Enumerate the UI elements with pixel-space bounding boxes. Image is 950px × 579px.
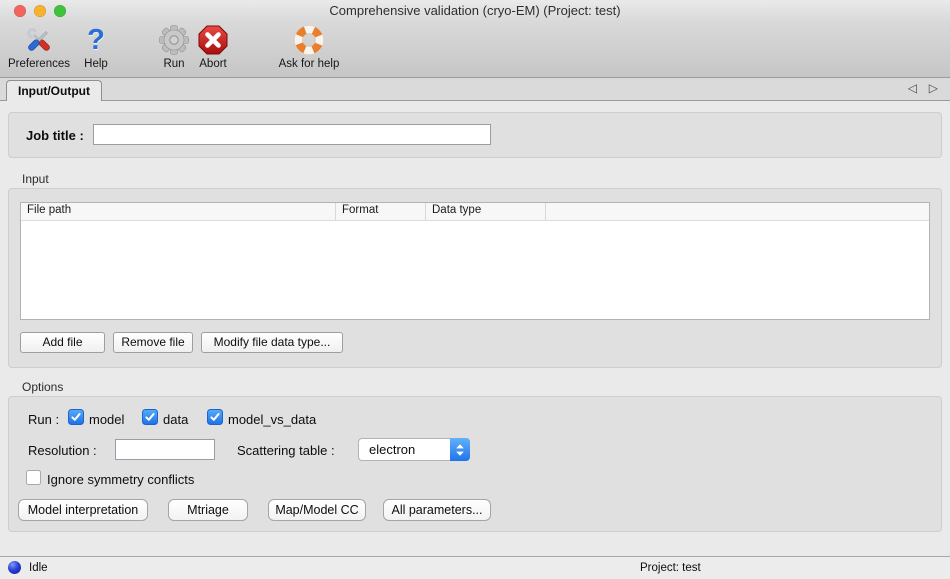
ask-for-help-button[interactable]: Ask for help	[270, 23, 348, 70]
toolbar: Preferences ? Help	[0, 22, 950, 78]
map-model-cc-button[interactable]: Map/Model CC	[268, 499, 366, 521]
column-header-data-type[interactable]: Data type	[426, 203, 546, 220]
status-sphere-icon	[8, 561, 21, 574]
help-button[interactable]: ? Help	[78, 23, 114, 70]
chevron-up-down-icon	[450, 438, 470, 461]
title-bar: Comprehensive validation (cryo-EM) (Proj…	[0, 0, 950, 22]
scattering-table-label: Scattering table :	[237, 443, 335, 458]
tab-scroll-left-icon[interactable]: ◁	[908, 81, 917, 95]
column-header-format[interactable]: Format	[336, 203, 426, 220]
data-checkbox-label: data	[163, 412, 188, 427]
help-label: Help	[78, 58, 114, 70]
life-ring-icon	[270, 23, 348, 57]
minimize-window-button[interactable]	[34, 5, 46, 17]
status-text: Idle	[29, 562, 48, 574]
window-title: Comprehensive validation (cryo-EM) (Proj…	[0, 0, 950, 22]
project-text: Project: test	[640, 562, 701, 574]
preferences-button[interactable]: Preferences	[2, 23, 76, 70]
file-table[interactable]: File path Format Data type	[20, 202, 930, 320]
file-table-header: File path Format Data type	[21, 203, 929, 221]
resolution-label: Resolution :	[28, 443, 97, 458]
ignore-symmetry-conflicts-label: Ignore symmetry conflicts	[47, 472, 194, 487]
resolution-input[interactable]	[115, 439, 215, 460]
tab-scroll-right-icon[interactable]: ▷	[929, 81, 938, 95]
input-group-title: Input	[22, 172, 49, 186]
status-bar: Idle Project: test	[0, 556, 950, 579]
preferences-label: Preferences	[2, 58, 76, 70]
question-icon: ?	[78, 23, 114, 57]
tab-input-output[interactable]: Input/Output	[6, 80, 102, 101]
checkmark-icon	[144, 411, 156, 423]
modify-file-data-type-button[interactable]: Modify file data type...	[201, 332, 343, 353]
close-window-button[interactable]	[14, 5, 26, 17]
add-file-button[interactable]: Add file	[20, 332, 105, 353]
app-window: Comprehensive validation (cryo-EM) (Proj…	[0, 0, 950, 579]
ask-for-help-label: Ask for help	[270, 58, 348, 70]
remove-file-button[interactable]: Remove file	[113, 332, 193, 353]
model-checkbox[interactable]	[68, 409, 84, 425]
mtriage-button[interactable]: Mtriage	[168, 499, 248, 521]
checkmark-icon	[70, 411, 82, 423]
job-title-label: Job title :	[26, 128, 84, 143]
model-vs-data-checkbox[interactable]	[207, 409, 223, 425]
model-vs-data-checkbox-label: model_vs_data	[228, 412, 316, 427]
column-header-empty	[546, 203, 929, 220]
options-group-title: Options	[22, 380, 63, 394]
tools-icon	[2, 23, 76, 57]
job-title-input[interactable]	[93, 124, 491, 145]
data-checkbox[interactable]	[142, 409, 158, 425]
model-interpretation-button[interactable]: Model interpretation	[18, 499, 148, 521]
column-header-file-path[interactable]: File path	[21, 203, 336, 220]
abort-button[interactable]: Abort	[190, 23, 236, 70]
scattering-table-select[interactable]: electron	[358, 438, 470, 461]
ignore-symmetry-conflicts-checkbox[interactable]	[26, 470, 41, 485]
run-label: Run :	[28, 412, 59, 427]
zoom-window-button[interactable]	[54, 5, 66, 17]
stop-icon	[190, 23, 236, 57]
checkmark-icon	[209, 411, 221, 423]
scattering-table-value: electron	[369, 442, 415, 457]
abort-label: Abort	[190, 58, 236, 70]
model-checkbox-label: model	[89, 412, 124, 427]
tab-bar: Input/Output ◁ ▷	[0, 78, 950, 101]
all-parameters-button[interactable]: All parameters...	[383, 499, 491, 521]
